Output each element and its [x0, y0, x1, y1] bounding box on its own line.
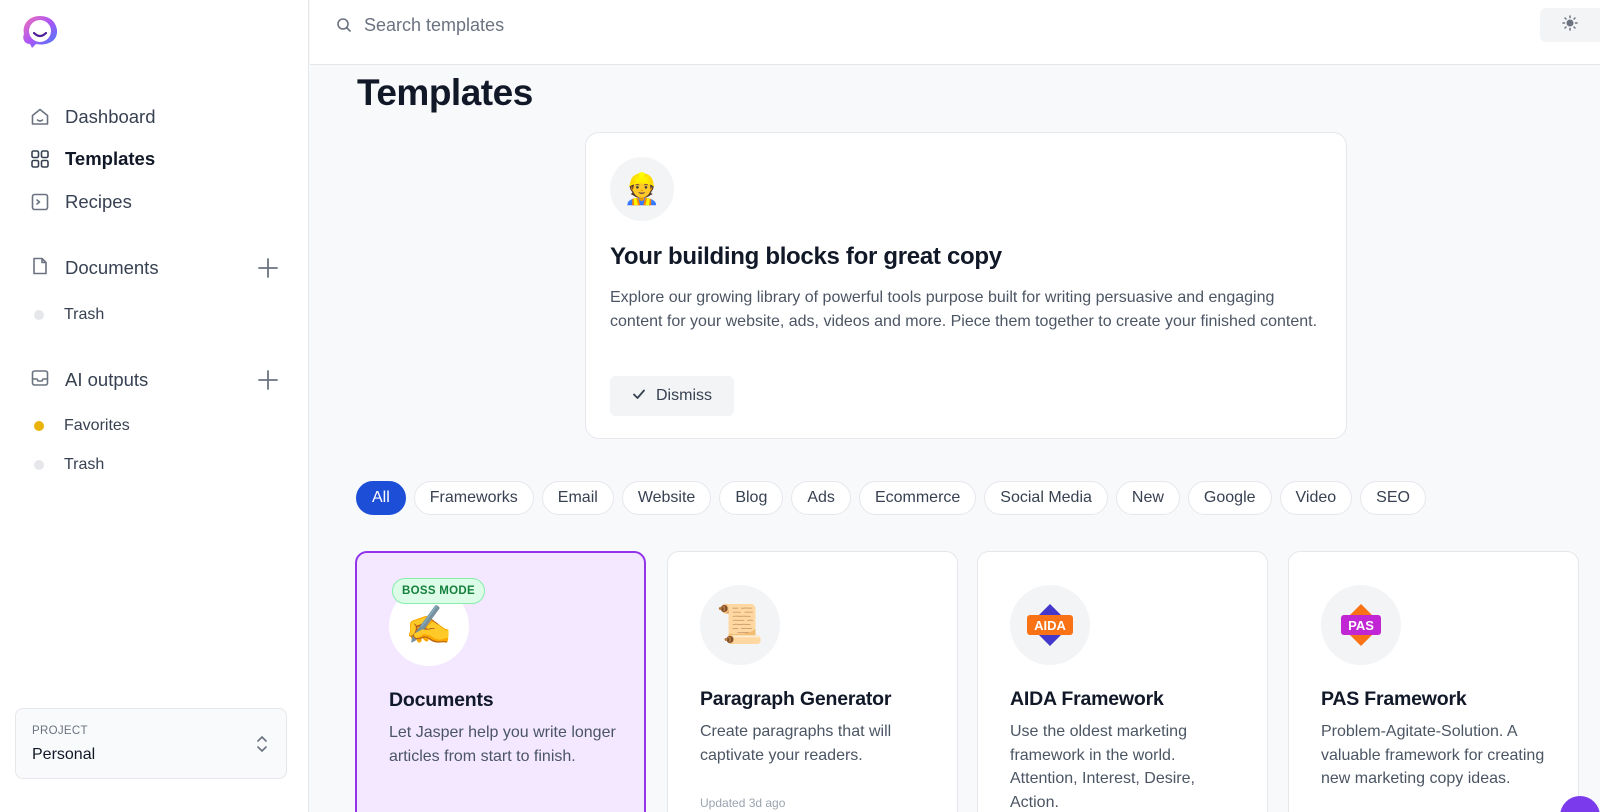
ai-outputs-section: AI outputs [30, 364, 280, 396]
aida-logo-icon: AIDA [1010, 585, 1090, 665]
document-icon [30, 256, 50, 281]
card-title: PAS Framework [1321, 688, 1467, 710]
ai-outputs-label: AI outputs [65, 369, 149, 390]
scroll-icon: 📜 [700, 585, 780, 665]
card-title: AIDA Framework [1010, 688, 1164, 710]
filter-chip-seo[interactable]: SEO [1360, 481, 1426, 515]
chevron-updown-icon [256, 735, 268, 758]
filter-chip-ecommerce[interactable]: Ecommerce [858, 481, 977, 515]
category-filters: All Frameworks Email Website Blog Ads Ec… [356, 481, 1426, 515]
filter-chip-google[interactable]: Google [1187, 481, 1272, 515]
sidebar-item-recipes[interactable]: Recipes [30, 186, 132, 218]
sidebar-item-ai-trash[interactable]: Trash [34, 452, 104, 478]
sidebar-item-favorites[interactable]: Favorites [34, 413, 130, 439]
filter-chip-blog[interactable]: Blog [719, 481, 784, 515]
filter-chip-social-media[interactable]: Social Media [984, 481, 1108, 515]
check-icon [632, 387, 646, 406]
filter-chip-video[interactable]: Video [1279, 481, 1353, 515]
page-title: Templates [357, 72, 533, 113]
aida-logo-text: AIDA [1034, 618, 1066, 633]
intro-card: 👷 Your building blocks for great copy Ex… [585, 132, 1347, 439]
sidebar-item-label: Favorites [64, 417, 130, 434]
status-dot [34, 460, 44, 470]
add-document-button[interactable] [256, 256, 280, 280]
filter-chip-frameworks[interactable]: Frameworks [413, 481, 534, 515]
filter-chip-email[interactable]: Email [541, 481, 614, 515]
search-icon [336, 17, 352, 38]
pas-logo-text: PAS [1348, 618, 1374, 633]
card-description: Use the oldest marketing framework in th… [1010, 723, 1195, 811]
jasper-logo-icon[interactable] [20, 14, 60, 50]
filter-chip-new[interactable]: New [1115, 481, 1180, 515]
sidebar-item-label: Dashboard [65, 106, 156, 127]
sidebar-item-label: Trash [64, 306, 105, 323]
construction-worker-icon: 👷 [610, 157, 674, 221]
card-title: Paragraph Generator [700, 688, 892, 710]
dismiss-button[interactable]: Dismiss [610, 376, 734, 416]
filter-chip-all[interactable]: All [356, 481, 406, 515]
project-value: Personal [32, 746, 96, 763]
template-card-paragraph-generator[interactable]: 📜 Paragraph Generator Create paragraphs … [667, 551, 958, 812]
filter-chip-ads[interactable]: Ads [791, 481, 851, 515]
sidebar-item-label: Templates [65, 148, 156, 169]
template-card-documents[interactable]: ✍️ BOSS MODE Documents Let Jasper help y… [355, 551, 646, 812]
home-icon [30, 107, 50, 127]
documents-label: Documents [65, 257, 159, 278]
sidebar-item-documents[interactable]: Documents [30, 256, 159, 281]
top-bar [310, 0, 1600, 65]
project-selector[interactable]: PROJECT Personal [15, 708, 287, 779]
inbox-icon [30, 368, 50, 393]
sidebar-item-dashboard[interactable]: Dashboard [30, 101, 156, 133]
sidebar-item-templates[interactable]: Templates [30, 143, 155, 175]
intro-body: Explore our growing library of powerful … [610, 289, 1318, 330]
status-dot [34, 310, 44, 320]
filter-chip-website[interactable]: Website [621, 481, 712, 515]
sidebar-item-ai-outputs[interactable]: AI outputs [30, 368, 148, 393]
template-card-aida-framework[interactable]: AIDA AIDA Framework Use the oldest marke… [977, 551, 1268, 812]
boss-mode-badge: BOSS MODE [392, 578, 485, 604]
template-card-pas-framework[interactable]: PAS PAS Framework Problem-Agitate-Soluti… [1288, 551, 1579, 812]
pas-logo-icon: PAS [1321, 585, 1401, 665]
updated-timestamp: Updated 3d ago [700, 796, 786, 810]
dismiss-label: Dismiss [656, 387, 712, 404]
lightbulb-icon [1562, 14, 1578, 36]
status-dot [34, 421, 44, 431]
sidebar-item-documents-trash[interactable]: Trash [34, 302, 104, 328]
sidebar: Dashboard Templates Recipes Documents Tr… [0, 0, 309, 812]
sidebar-item-label: Trash [64, 456, 105, 473]
project-label: PROJECT [32, 725, 88, 737]
card-title: Documents [389, 689, 494, 711]
documents-section: Documents [30, 252, 280, 284]
card-description: Let Jasper help you write longer article… [389, 724, 616, 765]
add-ai-output-button[interactable] [256, 368, 280, 392]
card-description: Create paragraphs that will captivate yo… [700, 723, 892, 764]
theme-toggle-button[interactable] [1540, 8, 1600, 42]
grid-icon [30, 149, 50, 169]
terminal-icon [30, 192, 50, 212]
sidebar-item-label: Recipes [65, 191, 132, 212]
intro-title: Your building blocks for great copy [610, 243, 1002, 270]
search-input[interactable] [364, 10, 964, 40]
card-description: Problem-Agitate-Solution. A valuable fra… [1321, 723, 1545, 787]
